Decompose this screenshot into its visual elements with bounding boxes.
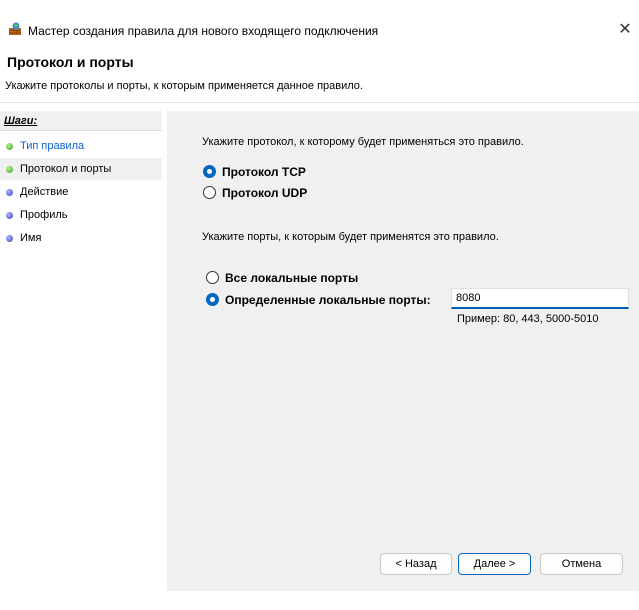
- radio-button-checked[interactable]: [206, 293, 219, 306]
- wizard-header: Протокол и порты Укажите протоколы и пор…: [0, 40, 639, 102]
- step-protocol-ports[interactable]: Протокол и порты: [0, 158, 162, 180]
- step-label: Действие: [20, 186, 69, 198]
- step-pending-icon: [6, 189, 13, 196]
- radio-button-checked[interactable]: [203, 165, 216, 178]
- title-bar: Мастер создания правила для нового входя…: [0, 0, 639, 40]
- step-label: Тип правила: [20, 140, 85, 152]
- cancel-button[interactable]: Отмена: [540, 553, 623, 575]
- radio-button[interactable]: [203, 186, 216, 199]
- step-pending-icon: [6, 235, 13, 242]
- step-label: Протокол и порты: [20, 163, 112, 175]
- header-divider: [0, 102, 639, 103]
- back-button[interactable]: < Назад: [380, 553, 452, 575]
- step-profile: Профиль: [0, 204, 162, 226]
- protocol-instruction: Укажите протокол, к которому будет приме…: [202, 136, 524, 148]
- radio-tcp-label[interactable]: Протокол TCP: [222, 165, 306, 179]
- next-button[interactable]: Далее >: [458, 553, 531, 575]
- radio-udp-label[interactable]: Протокол UDP: [222, 186, 307, 200]
- firewall-wizard-icon: [9, 22, 21, 35]
- step-complete-icon: [6, 166, 13, 173]
- step-rule-type[interactable]: Тип правила: [0, 135, 162, 157]
- steps-heading-label: Шаги:: [4, 115, 38, 127]
- radio-button[interactable]: [206, 271, 219, 284]
- step-label: Профиль: [20, 209, 68, 221]
- page-subtitle: Укажите протоколы и порты, к которым при…: [5, 80, 363, 92]
- close-icon[interactable]: ✕: [615, 20, 635, 40]
- radio-all-ports-label[interactable]: Все локальные порты: [225, 271, 358, 285]
- step-label: Имя: [20, 232, 42, 244]
- main-panel: Укажите протокол, к которому будет приме…: [167, 111, 639, 591]
- port-input[interactable]: [451, 288, 629, 309]
- page-title: Протокол и порты: [7, 54, 134, 70]
- port-example: Пример: 80, 443, 5000-5010: [457, 313, 599, 325]
- steps-sidebar: Шаги: Тип правила Протокол и порты Дейст…: [0, 111, 162, 610]
- step-name: Имя: [0, 227, 162, 249]
- steps-heading: Шаги:: [0, 111, 162, 131]
- step-pending-icon: [6, 212, 13, 219]
- step-action: Действие: [0, 181, 162, 203]
- radio-specific-ports-label[interactable]: Определенные локальные порты:: [225, 293, 431, 307]
- ports-instruction: Укажите порты, к которым будет применятс…: [202, 231, 499, 243]
- step-complete-icon: [6, 143, 13, 150]
- window-title: Мастер создания правила для нового входя…: [28, 24, 379, 38]
